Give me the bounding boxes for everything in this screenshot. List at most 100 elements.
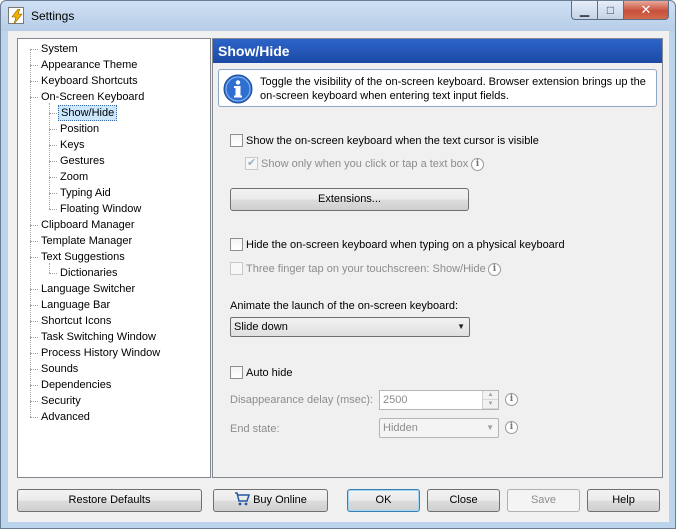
extensions-button[interactable]: Extensions... <box>230 188 469 211</box>
tree-item[interactable]: Task Switching Window <box>39 329 158 345</box>
show-when-cursor-checkbox[interactable] <box>230 134 243 147</box>
spin-down-icon: ▼ <box>483 400 498 409</box>
tree-branch-line <box>30 385 38 386</box>
tree-item[interactable]: Keyboard Shortcuts <box>39 73 140 89</box>
three-finger-label: Three finger tap on your touchscreen: Sh… <box>246 263 486 275</box>
end-state-value: Hidden <box>383 422 418 434</box>
end-state-select[interactable]: Hidden ▼ <box>379 418 499 438</box>
auto-hide-label: Auto hide <box>246 367 293 379</box>
animate-select[interactable]: Slide down ▼ <box>230 317 470 337</box>
buy-online-label: Buy Online <box>253 494 307 506</box>
lightning-app-icon <box>8 7 24 24</box>
tree-item[interactable]: Advanced <box>39 409 92 425</box>
tree-item[interactable]: Clipboard Manager <box>39 217 137 233</box>
tree-branch-line <box>30 321 38 322</box>
delay-help-icon[interactable]: i <box>505 393 518 406</box>
tree-item[interactable]: Keys <box>58 137 86 153</box>
tree-item[interactable]: Gestures <box>58 153 107 169</box>
tree-item[interactable]: Position <box>58 121 101 137</box>
tree-item[interactable]: Language Switcher <box>39 281 137 297</box>
hide-physical-label: Hide the on-screen keyboard when typing … <box>246 239 565 251</box>
spin-up-icon: ▲ <box>483 391 498 400</box>
info-text: Toggle the visibility of the on-screen k… <box>260 76 646 102</box>
tree-branch-line <box>49 209 57 210</box>
settings-panel: Show/Hide Toggle the visibility of the o… <box>212 38 663 478</box>
hide-physical-checkbox[interactable] <box>230 238 243 251</box>
tree-item[interactable]: Text Suggestions <box>39 249 127 265</box>
delay-value: 2500 <box>383 394 408 406</box>
tree-item[interactable]: Language Bar <box>39 297 112 313</box>
client-area: System Appearance Theme Keyboard Shortcuts… <box>8 31 669 522</box>
tree-branch-line <box>49 113 57 114</box>
dropdown-arrow-icon: ▼ <box>457 322 465 331</box>
tree-branch-line <box>49 193 57 194</box>
tree-guide-line <box>30 49 31 417</box>
tree-item[interactable]: Shortcut Icons <box>39 313 113 329</box>
tree-branch-line <box>30 417 38 418</box>
maximize-icon: □ <box>606 3 615 17</box>
three-finger-help-icon[interactable]: i <box>488 263 501 276</box>
tree-branch-line <box>49 161 57 162</box>
cart-icon <box>235 492 251 506</box>
minimize-icon: ▁ <box>579 3 590 17</box>
close-button[interactable]: Close <box>427 489 500 512</box>
end-state-label: End state: <box>230 423 280 435</box>
animate-select-value: Slide down <box>234 321 288 333</box>
ok-button[interactable]: OK <box>347 489 420 512</box>
delay-spinbox[interactable]: 2500 ▲ ▼ <box>379 390 499 410</box>
title-bar[interactable]: Settings ▁ □ ✕ <box>1 1 675 31</box>
checkmark-icon: ✔ <box>247 157 257 169</box>
tree-child-guide-line <box>49 263 50 273</box>
buy-online-button[interactable]: Buy Online <box>213 489 328 512</box>
tree-item[interactable]: Zoom <box>58 169 90 185</box>
tree-item[interactable]: Dictionaries <box>58 265 119 281</box>
delay-spinner-arrows[interactable]: ▲ ▼ <box>482 391 498 409</box>
tree-branch-line <box>30 241 38 242</box>
close-window-button[interactable]: ✕ <box>624 1 669 20</box>
dropdown-arrow-icon: ▼ <box>486 423 494 432</box>
tree-item[interactable]: System <box>39 41 80 57</box>
tree-child-guide-line <box>49 103 50 209</box>
tree-branch-line <box>49 145 57 146</box>
help-button[interactable]: Help <box>587 489 660 512</box>
delay-label: Disappearance delay (msec): <box>230 394 374 406</box>
info-icon <box>223 74 253 104</box>
tree-branch-line <box>49 273 57 274</box>
tree-branch-line <box>30 369 38 370</box>
show-only-click-help-icon[interactable]: i <box>471 158 484 171</box>
tree-branch-line <box>30 49 38 50</box>
tree-branch-line <box>30 289 38 290</box>
three-finger-checkbox[interactable] <box>230 262 243 275</box>
restore-defaults-button[interactable]: Restore Defaults <box>17 489 202 512</box>
show-only-click-label: Show only when you click or tap a text b… <box>261 158 469 170</box>
maximize-button[interactable]: □ <box>598 1 624 20</box>
save-button[interactable]: Save <box>507 489 580 512</box>
show-when-cursor-label: Show the on-screen keyboard when the tex… <box>246 135 539 147</box>
tree-item[interactable]: On-Screen Keyboard <box>39 89 146 105</box>
tree-branch-line <box>30 337 38 338</box>
panel-title: Show/Hide <box>213 39 662 63</box>
animate-label: Animate the launch of the on-screen keyb… <box>230 300 459 312</box>
auto-hide-checkbox[interactable] <box>230 366 243 379</box>
tree-item[interactable]: Template Manager <box>39 233 134 249</box>
tree-branch-line <box>30 401 38 402</box>
tree-branch-line <box>30 353 38 354</box>
close-icon: ✕ <box>640 2 652 17</box>
tree-item[interactable]: Security <box>39 393 83 409</box>
tree-item[interactable]: Floating Window <box>58 201 143 217</box>
tree-item[interactable]: Typing Aid <box>58 185 113 201</box>
end-state-help-icon[interactable]: i <box>505 421 518 434</box>
tree-item[interactable]: Appearance Theme <box>39 57 139 73</box>
tree-item[interactable]: Dependencies <box>39 377 113 393</box>
tree-branch-line <box>30 81 38 82</box>
show-only-click-checkbox[interactable]: ✔ <box>245 157 258 170</box>
settings-window: Settings ▁ □ ✕ System Appearance Theme Key… <box>0 0 676 529</box>
settings-tree[interactable]: System Appearance Theme Keyboard Shortcuts… <box>17 38 211 478</box>
window-title: Settings <box>31 9 75 23</box>
tree-branch-line <box>30 65 38 66</box>
tree-item[interactable]: Show/Hide <box>58 105 118 121</box>
tree-item[interactable]: Process History Window <box>39 345 162 361</box>
tree-branch-line <box>30 97 38 98</box>
minimize-button[interactable]: ▁ <box>571 1 598 20</box>
tree-item[interactable]: Sounds <box>39 361 80 377</box>
